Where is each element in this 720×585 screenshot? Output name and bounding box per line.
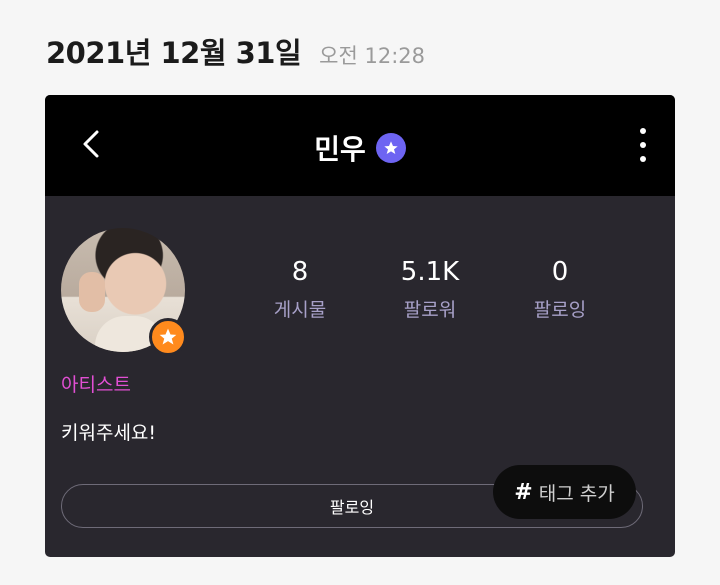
add-tag-button[interactable]: # 태그 추가 <box>493 465 636 519</box>
bio-text: 키워주세요! <box>61 422 157 444</box>
stat-posts-label: 게시물 <box>273 299 327 321</box>
time-text: 오전 12:28 <box>319 44 426 68</box>
stat-following[interactable]: 0 팔로잉 <box>505 257 615 322</box>
profile-header-bar: 민우 <box>45 95 675 196</box>
stat-posts[interactable]: 8 게시물 <box>245 257 355 322</box>
stat-following-label: 팔로잉 <box>533 299 587 321</box>
add-tag-label: 태그 추가 <box>538 482 615 505</box>
stat-followers-value: 5.1K <box>400 257 460 287</box>
profile-title: 민우 <box>45 128 675 168</box>
stat-followers-label: 팔로워 <box>403 299 457 321</box>
stat-followers[interactable]: 5.1K 팔로워 <box>375 257 485 322</box>
role-label: 아티스트 <box>61 374 131 396</box>
profile-name: 민우 <box>314 133 366 166</box>
hashtag-icon: # <box>514 479 533 505</box>
artist-star-icon <box>149 318 187 356</box>
date-text: 2021년 12월 31일 <box>46 36 302 70</box>
stat-posts-value: 8 <box>291 257 309 287</box>
more-options-icon[interactable] <box>639 128 647 162</box>
verified-star-icon <box>375 133 406 163</box>
profile-card: 민우 8 게시물 5.1K 팔로워 0 팔로잉 아티스트 키워주세요! 팔로잉 … <box>45 95 675 557</box>
timestamp-row: 2021년 12월 31일 오전 12:28 <box>46 30 425 72</box>
stat-following-value: 0 <box>551 257 569 287</box>
